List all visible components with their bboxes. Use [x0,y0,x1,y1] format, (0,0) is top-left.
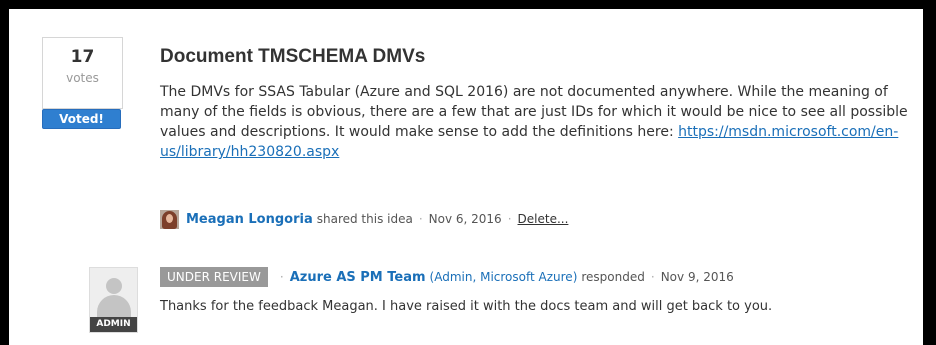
responded-text: responded [581,270,645,284]
status-badge: UNDER REVIEW [160,267,268,287]
shared-text: shared this idea [316,212,413,226]
separator-dot: · [418,212,423,226]
admin-avatar: ADMIN [89,267,138,333]
author-name-link[interactable]: Meagan Longoria [186,212,313,227]
user-silhouette-body [97,295,131,317]
team-name-link[interactable]: Azure AS PM Team [290,270,426,285]
idea-date: Nov 6, 2016 [428,212,502,226]
user-silhouette-icon [106,278,122,294]
voted-button[interactable]: Voted! [42,109,121,129]
avatar-face [166,213,173,223]
idea-title[interactable]: Document TMSCHEMA DMVs [160,46,425,68]
idea-description: The DMVs for SSAS Tabular (Azure and SQL… [160,82,920,162]
vote-label: votes [66,71,99,85]
team-role: (Admin, Microsoft Azure) [429,270,578,284]
response-date: Nov 9, 2016 [660,270,734,284]
vote-counter: 17 votes [42,37,123,109]
separator-dot: · [279,270,284,284]
idea-author-line: Meagan Longoria shared this idea · Nov 6… [160,209,568,229]
vote-count: 17 [70,47,95,67]
delete-link[interactable]: Delete... [518,212,569,226]
separator-dot: · [507,212,512,226]
response-text: Thanks for the feedback Meagan. I have r… [160,299,773,314]
idea-card: 17 votes Voted! Document TMSCHEMA DMVs T… [9,9,923,345]
admin-badge: ADMIN [90,317,137,332]
response-header: UNDER REVIEW · Azure AS PM Team (Admin, … [160,266,734,288]
author-avatar[interactable] [160,209,179,229]
separator-dot: · [650,270,655,284]
